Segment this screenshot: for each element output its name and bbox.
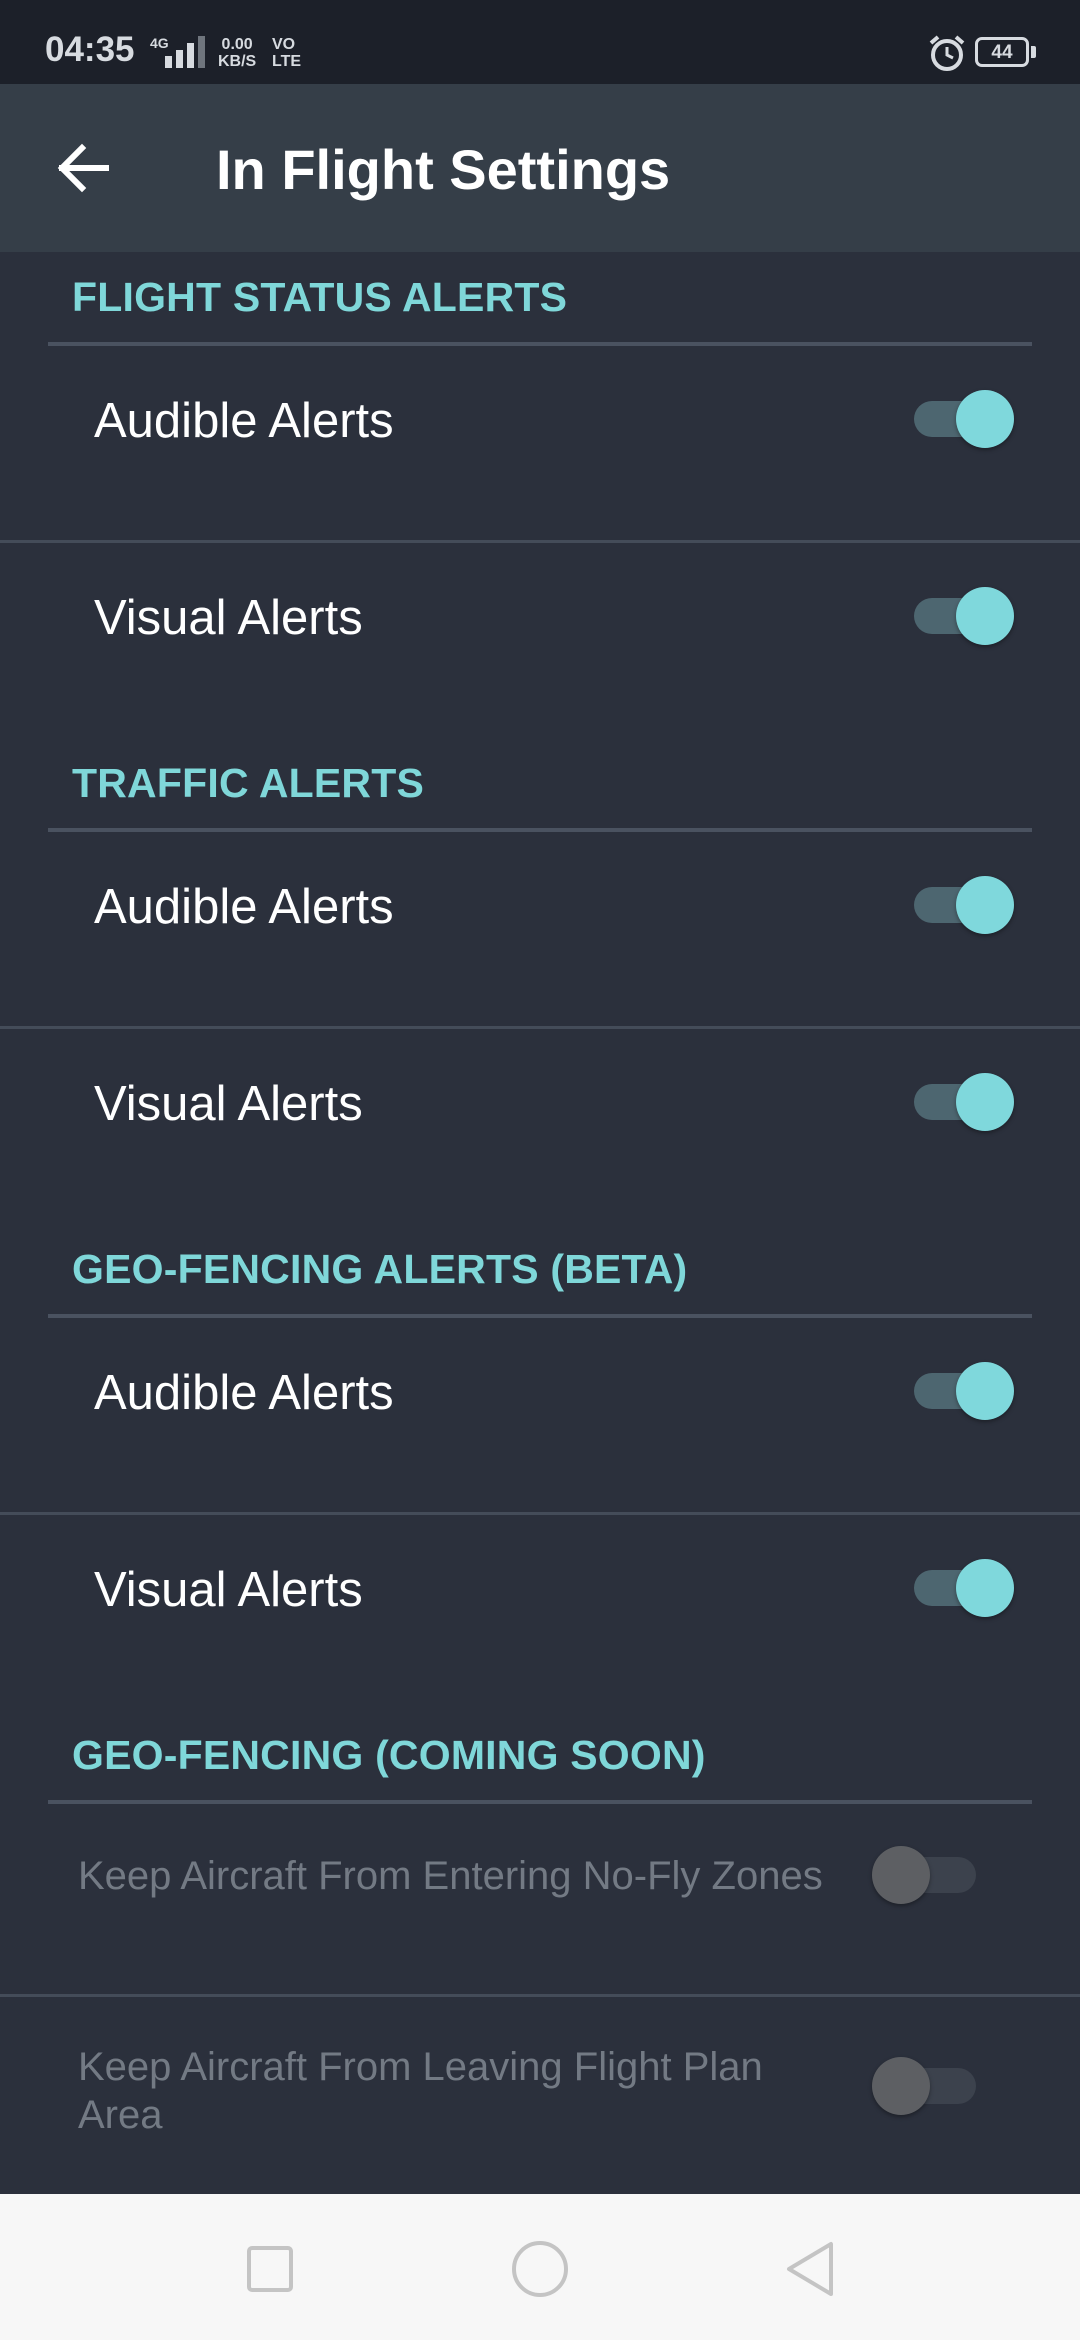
volte-indicator: VO LTE — [272, 36, 301, 70]
volte-line1: VO — [272, 36, 296, 53]
setting-label: Audible Alerts — [94, 394, 394, 448]
section-header-flight-status: FLIGHT STATUS ALERTS — [72, 274, 568, 320]
section-header-geo-fencing-alerts: GEO-FENCING ALERTS (BETA) — [72, 1246, 688, 1292]
data-speed: 0.00 KB/S — [218, 36, 256, 70]
setting-row-flight-plan-area: Keep Aircraft From Leaving Flight Plan A… — [0, 1997, 1080, 2187]
alarm-icon — [929, 35, 965, 71]
toggle-thumb — [956, 390, 1014, 448]
section-header-geo-fencing-coming-soon: GEO-FENCING (COMING SOON) — [72, 1732, 706, 1778]
setting-row-traffic-visual[interactable]: Visual Alerts — [0, 1029, 1080, 1175]
toggle-thumb — [956, 587, 1014, 645]
arrow-left-icon[interactable] — [40, 124, 128, 212]
setting-label-disabled: Keep Aircraft From Leaving Flight Plan A… — [78, 2043, 763, 2139]
toggle-thumb — [872, 1846, 930, 1904]
triangle-back-icon[interactable] — [775, 2234, 845, 2304]
toggle-switch-flight-plan-area — [872, 2057, 976, 2115]
toggle-thumb — [872, 2057, 930, 2115]
toggle-thumb — [956, 876, 1014, 934]
setting-row-flight-visual[interactable]: Visual Alerts — [0, 543, 1080, 689]
system-nav-bar — [0, 2194, 1080, 2340]
square-icon[interactable] — [235, 2234, 305, 2304]
setting-label-disabled: Keep Aircraft From Entering No-Fly Zones — [78, 1854, 823, 1898]
toggle-thumb — [956, 1073, 1014, 1131]
toggle-switch-geo-audible[interactable] — [912, 1362, 1014, 1420]
setting-label: Visual Alerts — [94, 591, 363, 645]
label-line-2: Area — [78, 2093, 163, 2137]
toggle-switch-traffic-visual[interactable] — [912, 1073, 1014, 1131]
toggle-thumb — [956, 1559, 1014, 1617]
toggle-switch-flight-visual[interactable] — [912, 587, 1014, 645]
label-line-1: Keep Aircraft From Leaving Flight Plan — [78, 2045, 763, 2089]
setting-label: Audible Alerts — [94, 880, 394, 934]
toggle-switch-geo-visual[interactable] — [912, 1559, 1014, 1617]
setting-label: Visual Alerts — [94, 1077, 363, 1131]
app-bar: In Flight Settings — [0, 84, 1080, 252]
signal-bars-icon — [165, 36, 205, 68]
page-title: In Flight Settings — [216, 138, 671, 201]
speed-unit: KB/S — [218, 53, 257, 70]
status-bar: 04:35 4G 0.00 KB/S VO LTE 44 — [0, 0, 1080, 84]
setting-label: Audible Alerts — [94, 1366, 394, 1420]
toggle-switch-flight-audible[interactable] — [912, 390, 1014, 448]
section-header-traffic: TRAFFIC ALERTS — [72, 760, 425, 806]
circle-icon[interactable] — [505, 2234, 575, 2304]
setting-row-no-fly-zones: Keep Aircraft From Entering No-Fly Zones — [0, 1804, 1080, 1944]
setting-row-geo-visual[interactable]: Visual Alerts — [0, 1515, 1080, 1661]
volte-line2: LTE — [272, 53, 302, 70]
setting-row-traffic-audible[interactable]: Audible Alerts — [0, 832, 1080, 978]
battery-nub — [1031, 46, 1036, 58]
setting-row-geo-audible[interactable]: Audible Alerts — [0, 1318, 1080, 1464]
toggle-switch-no-fly-zones — [872, 1846, 976, 1904]
speed-value: 0.00 — [221, 36, 253, 53]
setting-label: Visual Alerts — [94, 1563, 363, 1617]
setting-row-flight-audible[interactable]: Audible Alerts — [0, 346, 1080, 492]
toggle-thumb — [956, 1362, 1014, 1420]
status-time: 04:35 — [45, 30, 135, 69]
settings-list: FLIGHT STATUS ALERTS Audible Alerts Visu… — [0, 252, 1080, 2194]
battery-indicator: 44 — [975, 37, 1029, 67]
toggle-switch-traffic-audible[interactable] — [912, 876, 1014, 934]
